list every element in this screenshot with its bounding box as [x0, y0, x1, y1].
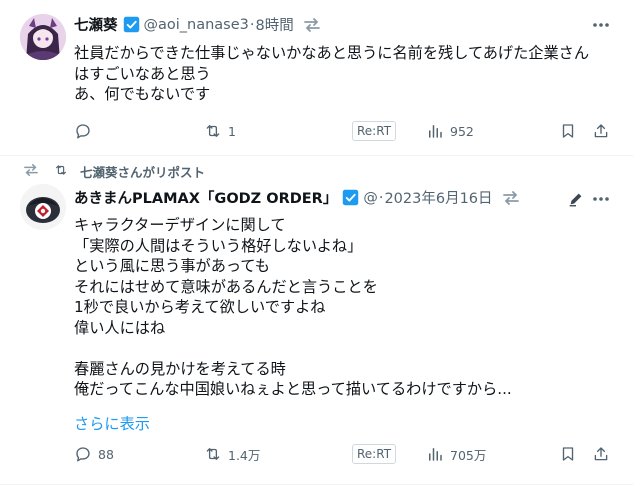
text-line: キャラクターデザインに関して: [74, 216, 286, 234]
views-button[interactable]: 952: [426, 119, 474, 143]
author-name[interactable]: あきまんPLAMAX「GODZ ORDER」: [74, 187, 337, 208]
text-line: [74, 338, 619, 359]
reply-icon: [76, 447, 90, 462]
swap-arrows-icon[interactable]: [501, 189, 521, 207]
bookmark-icon: [562, 447, 574, 461]
text-line: 春麗さんの見かけを考えてる時: [74, 359, 286, 378]
tweet-header: 七瀬葵 @aoi_nanase3 · 8時間: [74, 14, 322, 35]
reply-icon: [76, 124, 90, 139]
text-line: 俺だってこんな中国娘いねぇよと思って描いてるわけですから...: [74, 380, 512, 398]
share-icon: [594, 124, 608, 138]
rert-label: Re:RT: [352, 121, 397, 141]
repost-count: 1: [228, 123, 236, 139]
separator: ·: [249, 16, 255, 33]
show-more-link[interactable]: さらに表示: [74, 412, 150, 434]
text-line: 1秒で良いから考えて欲しいですよね: [74, 298, 326, 316]
repost-indicator: 七瀬葵さんがリポスト: [0, 160, 633, 180]
swap-arrows-icon[interactable]: [22, 163, 40, 177]
verified-badge-icon: [123, 16, 139, 33]
verified-badge-icon: [343, 189, 359, 206]
rert-button[interactable]: Re:RT: [352, 119, 397, 143]
avatar[interactable]: [20, 14, 66, 60]
reply-button[interactable]: [74, 119, 98, 143]
author-name[interactable]: 七瀬葵: [74, 14, 118, 35]
repost-button[interactable]: 1.4万: [204, 442, 260, 466]
views-count: 705万: [450, 447, 487, 463]
author-handle[interactable]: @: [363, 190, 378, 206]
tweet-text: キャラクターデザインに関して 「実際の人間はそういう格好しないよね」 という風に…: [74, 215, 619, 400]
views-count: 952: [450, 123, 474, 139]
share-button[interactable]: [592, 119, 610, 143]
text-line: 社員だからできた仕事じゃないかなあと思うに名前を残してあげた企業さん: [74, 44, 590, 62]
views-bar-icon: [429, 448, 442, 461]
avatar-image: [20, 184, 66, 230]
text-line: 「実際の人間はそういう格好しないよね」: [74, 236, 363, 255]
repost-count: 1.4万: [228, 447, 261, 463]
more-dots-icon[interactable]: [591, 15, 611, 35]
text-line: 偉い人にはね: [74, 318, 166, 337]
rert-button[interactable]: Re:RT: [352, 442, 397, 466]
text-line: という風に思う事があっても: [74, 257, 270, 275]
bookmark-icon: [562, 124, 574, 138]
bookmark-button[interactable]: [559, 119, 577, 143]
reposted-by-label[interactable]: 七瀬葵さんがリポスト: [80, 162, 205, 181]
tweet-header: あきまんPLAMAX「GODZ ORDER」 @ · 2023年6月16日: [74, 187, 521, 208]
views-bar-icon: [429, 125, 442, 138]
text-line: あ、何でもないです: [74, 85, 211, 103]
reply-button[interactable]: 88: [74, 442, 114, 466]
text-line: はすごいなあと思う: [74, 64, 211, 83]
timestamp[interactable]: 8時間: [256, 14, 294, 35]
reply-count: 88: [98, 446, 114, 462]
share-icon: [594, 447, 608, 461]
action-bar: 88 1.4万 Re:RT 705万: [74, 442, 619, 466]
bookmark-button[interactable]: [559, 442, 577, 466]
share-button[interactable]: [592, 442, 610, 466]
pen-icon[interactable]: [567, 190, 585, 208]
repost-icon: [206, 125, 220, 137]
more-dots-icon[interactable]: [591, 189, 611, 209]
repost-icon: [206, 448, 220, 460]
repost-button[interactable]: 1: [204, 119, 236, 143]
avatar-image: [20, 14, 66, 60]
rert-label: Re:RT: [352, 444, 397, 464]
tweet-text: 社員だからできた仕事じゃないかなあと思うに名前を残してあげた企業さん はすごいな…: [74, 43, 619, 105]
repost-icon: [56, 165, 66, 175]
tweet-1[interactable]: 七瀬葵 @aoi_nanase3 · 8時間 社員だからできた仕事じゃないかなあ…: [0, 0, 633, 156]
swap-arrows-icon[interactable]: [302, 16, 322, 34]
author-handle[interactable]: @aoi_nanase3: [144, 17, 249, 33]
text-line: それにはせめて意味があるんだと言うことを: [74, 277, 378, 296]
timestamp[interactable]: 2023年6月16日: [384, 187, 492, 208]
views-button[interactable]: 705万: [426, 442, 486, 466]
separator: ·: [378, 189, 384, 206]
action-bar: 1 Re:RT 952: [74, 119, 619, 143]
avatar[interactable]: [20, 184, 66, 230]
